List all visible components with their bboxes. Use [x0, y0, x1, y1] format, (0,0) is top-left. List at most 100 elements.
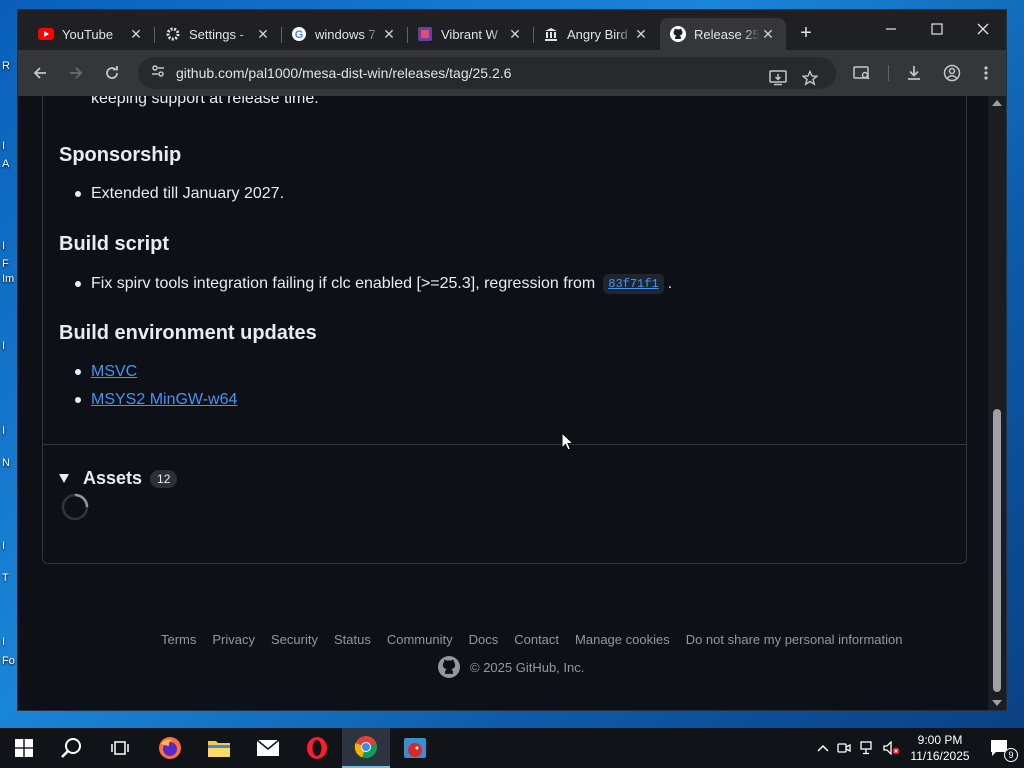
- footer-link-status[interactable]: Status: [334, 632, 371, 647]
- taskbar-mail[interactable]: [244, 728, 292, 768]
- install-app-icon[interactable]: [764, 64, 792, 92]
- footer-link-community[interactable]: Community: [387, 632, 453, 647]
- close-tab-icon[interactable]: ✕: [760, 26, 776, 43]
- taskbar-chrome[interactable]: [342, 728, 390, 768]
- notification-count-badge: 9: [1004, 748, 1018, 762]
- desktop-icon-label: I: [2, 425, 6, 437]
- heading-build-script: Build script: [59, 233, 170, 255]
- opera-icon: [307, 737, 327, 759]
- tab-strip: YouTube ✕ Settings - ✕ G windows 7 ✕ Vib…: [18, 10, 1006, 50]
- mail-icon: [256, 739, 280, 756]
- desktop-icon-label: T: [2, 572, 9, 584]
- tab-google-search[interactable]: G windows 7 ✕: [281, 18, 407, 50]
- task-view-button[interactable]: [96, 728, 144, 768]
- close-tab-icon[interactable]: ✕: [255, 26, 271, 43]
- list-item: MSYS2 MinGW-w64: [75, 391, 237, 409]
- profile-button[interactable]: [938, 59, 966, 87]
- footer-link-docs[interactable]: Docs: [469, 632, 499, 647]
- svg-text:G: G: [295, 29, 304, 41]
- scroll-down-icon: [992, 700, 1002, 706]
- notification-center-button[interactable]: 9: [976, 728, 1024, 768]
- meet-now-icon[interactable]: [832, 741, 856, 755]
- new-tab-button[interactable]: +: [792, 20, 820, 48]
- menu-button[interactable]: [972, 59, 1000, 87]
- footer-link-security[interactable]: Security: [271, 632, 318, 647]
- time-text: 9:00 PM: [917, 733, 963, 747]
- folder-icon: [208, 741, 230, 757]
- tab-title: Release 25: [694, 26, 760, 42]
- list-item: Extended till January 2027.: [75, 185, 284, 203]
- search-button[interactable]: [48, 728, 96, 768]
- taskbar-opera[interactable]: [293, 728, 341, 768]
- taskbar: 9:00 PM 11/16/2025 9: [0, 728, 1024, 768]
- desktop-icon-label: N: [2, 457, 10, 469]
- scroll-thumb[interactable]: [993, 409, 1001, 692]
- minimize-button[interactable]: [868, 10, 914, 50]
- loading-spinner-icon: [61, 493, 89, 521]
- triangle-down-icon: [59, 474, 69, 483]
- page-scrollbar[interactable]: [988, 96, 1006, 710]
- tab-youtube[interactable]: YouTube ✕: [28, 18, 154, 50]
- tab-github-release[interactable]: Release 25 ✕: [660, 18, 786, 50]
- tab-title: Settings -: [189, 26, 244, 42]
- google-icon: G: [291, 26, 307, 42]
- maximize-button[interactable]: [914, 10, 960, 50]
- tab-angry-birds[interactable]: Angry Bird ✕: [533, 18, 659, 50]
- maximize-icon: [931, 23, 943, 35]
- desktop-icon-label: I: [2, 540, 6, 552]
- more-vert-icon: [984, 66, 988, 80]
- footer-copyright: © 2025 GitHub, Inc.: [438, 656, 584, 678]
- footer-link-terms[interactable]: Terms: [161, 632, 196, 647]
- forward-button[interactable]: [62, 59, 90, 87]
- close-tab-icon[interactable]: ✕: [633, 26, 649, 43]
- cursor-icon: [561, 432, 575, 451]
- tab-vibrant[interactable]: Vibrant W ✕: [407, 18, 533, 50]
- close-window-button[interactable]: [960, 10, 1006, 50]
- footer-link-do-not-share[interactable]: Do not share my personal information: [686, 632, 903, 647]
- footer-link-privacy[interactable]: Privacy: [212, 632, 255, 647]
- url-text[interactable]: github.com/pal1000/mesa-dist-win/release…: [176, 65, 511, 81]
- clock[interactable]: 9:00 PM 11/16/2025: [900, 732, 980, 764]
- chevron-up-icon[interactable]: [814, 744, 832, 752]
- tab-title: YouTube: [62, 26, 114, 42]
- taskbar-firefox[interactable]: [146, 728, 194, 768]
- partial-list-item: keeping support at release time.: [91, 96, 319, 107]
- tab-title: Angry Bird: [567, 26, 628, 42]
- back-button[interactable]: [26, 59, 54, 87]
- heading-build-environment: Build environment updates: [59, 322, 317, 344]
- address-bar[interactable]: github.com/pal1000/mesa-dist-win/release…: [138, 57, 836, 89]
- tab-settings[interactable]: Settings - ✕: [155, 18, 281, 50]
- close-tab-icon[interactable]: ✕: [128, 26, 144, 43]
- page-content: keeping support at release time. Sponsor…: [18, 96, 988, 710]
- desktop-icon-label: Fo: [2, 655, 15, 667]
- close-tab-icon[interactable]: ✕: [381, 26, 397, 43]
- network-icon[interactable]: [856, 741, 880, 755]
- downloads-button[interactable]: [900, 59, 928, 87]
- firefox-icon: [159, 737, 181, 759]
- close-tab-icon[interactable]: ✕: [507, 26, 523, 43]
- museum-icon: [543, 26, 559, 42]
- assets-toggle[interactable]: Assets 12: [59, 468, 178, 489]
- browser-window: YouTube ✕ Settings - ✕ G windows 7 ✕ Vib…: [18, 10, 1006, 710]
- profile-icon: [943, 64, 961, 82]
- desktop-icon-label: I: [2, 636, 6, 648]
- star-icon[interactable]: [796, 64, 824, 92]
- msvc-link[interactable]: MSVC: [91, 363, 137, 381]
- footer-link-contact[interactable]: Contact: [514, 632, 559, 647]
- footer-link-cookies[interactable]: Manage cookies: [575, 632, 670, 647]
- heading-sponsorship: Sponsorship: [59, 144, 182, 166]
- taskbar-file-explorer[interactable]: [195, 728, 243, 768]
- task-view-icon: [111, 741, 129, 755]
- search-icon: [61, 738, 81, 758]
- commit-link[interactable]: 83f71f1: [603, 274, 664, 294]
- site-info-icon[interactable]: [150, 63, 166, 84]
- github-icon: [670, 26, 686, 42]
- msys2-link[interactable]: MSYS2 MinGW-w64: [91, 391, 237, 409]
- system-tray: [814, 728, 904, 768]
- start-button[interactable]: [0, 728, 48, 768]
- tab-search-button[interactable]: [848, 59, 876, 87]
- arrow-left-icon: [33, 67, 46, 79]
- arrow-right-icon: [70, 67, 83, 79]
- taskbar-angry-birds[interactable]: [391, 728, 439, 768]
- reload-button[interactable]: [98, 59, 126, 87]
